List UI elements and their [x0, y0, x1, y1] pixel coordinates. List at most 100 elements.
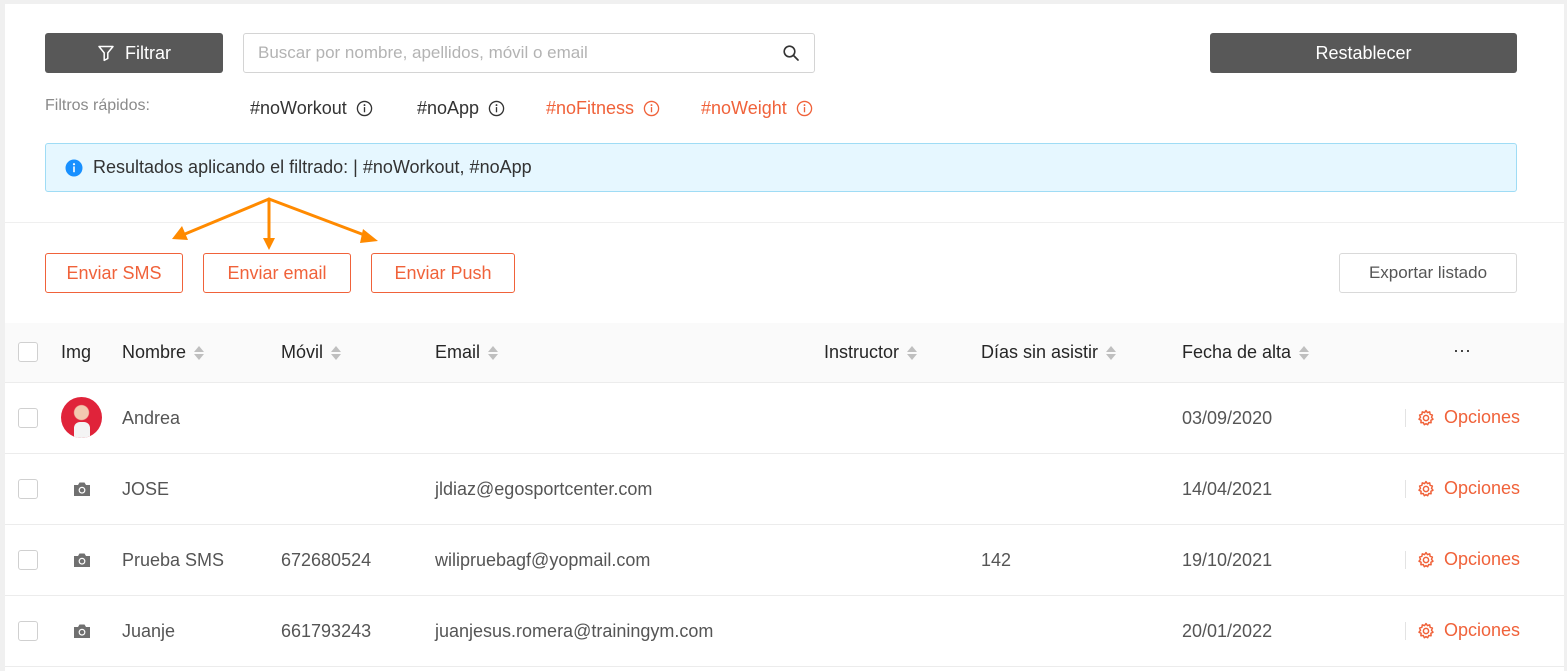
send-sms-button[interactable]: Enviar SMS — [45, 253, 183, 293]
column-header-fecha-alta[interactable]: Fecha de alta — [1182, 342, 1310, 363]
column-header-movil[interactable]: Móvil — [281, 342, 342, 363]
gear-icon — [1418, 551, 1434, 567]
sort-icon[interactable] — [488, 345, 499, 360]
info-filled-icon — [65, 159, 83, 176]
row-checkbox[interactable] — [18, 479, 38, 499]
send-email-button[interactable]: Enviar email — [203, 253, 351, 293]
search-icon[interactable] — [782, 44, 800, 62]
sort-icon[interactable] — [1106, 345, 1117, 360]
gear-icon — [1418, 480, 1434, 496]
reset-button[interactable]: Restablecer — [1210, 33, 1517, 73]
camera-icon — [74, 624, 90, 638]
filter-button-label: Filtrar — [125, 42, 171, 63]
options-separator — [1405, 622, 1406, 640]
row-checkbox[interactable] — [18, 408, 38, 428]
export-list-label: Exportar listado — [1368, 263, 1488, 282]
cell-fecha: 20/01/2022 — [1182, 621, 1273, 641]
column-header-label: Fecha de alta — [1182, 342, 1292, 362]
table-row[interactable]: Prueba SMS 672680524 wilipruebagf@yopmai… — [5, 525, 1564, 596]
cell-movil: 661793243 — [281, 621, 372, 641]
row-checkbox[interactable] — [18, 621, 38, 641]
sort-icon[interactable] — [907, 345, 918, 360]
sort-icon[interactable] — [331, 345, 342, 360]
cell-nombre: JOSE — [122, 479, 170, 499]
reset-button-label: Restablecer — [1315, 42, 1412, 63]
quick-filter-noweight[interactable]: #noWeight — [701, 98, 813, 119]
column-header-nombre[interactable]: Nombre — [122, 342, 205, 363]
quick-filter-label: #noApp — [417, 98, 480, 118]
options-button[interactable]: Opciones — [1417, 478, 1520, 499]
export-list-button[interactable]: Exportar listado — [1339, 253, 1517, 293]
cell-fecha: 03/09/2020 — [1182, 408, 1273, 428]
send-push-label: Enviar Push — [394, 262, 492, 283]
cell-email: juanjesus.romera@trainingym.com — [435, 621, 714, 641]
info-circle-icon[interactable] — [643, 100, 660, 117]
select-all-checkbox[interactable] — [18, 342, 38, 362]
send-email-label: Enviar email — [227, 262, 327, 283]
column-header-email[interactable]: Email — [435, 342, 499, 363]
funnel-icon — [98, 45, 114, 62]
column-header-label: Nombre — [122, 342, 187, 362]
cell-email: jldiaz@egosportcenter.com — [435, 479, 653, 499]
table-row[interactable]: Juanje 661793243 juanjesus.romera@traini… — [5, 596, 1564, 667]
avatar — [61, 397, 102, 438]
options-label: Opciones — [1444, 407, 1521, 427]
quick-filter-label: #noFitness — [546, 98, 635, 118]
gear-icon — [1418, 409, 1434, 425]
column-header-label: Instructor — [824, 342, 900, 362]
quick-filter-noworkout[interactable]: #noWorkout — [250, 98, 373, 119]
column-header-img: Img — [61, 342, 91, 363]
quick-filter-label: #noWeight — [701, 98, 787, 118]
cell-movil: 672680524 — [281, 550, 372, 570]
column-header-label: Móvil — [281, 342, 324, 362]
options-separator — [1405, 480, 1406, 498]
table-row[interactable]: Andrea 03/09/2020 Opciones — [5, 383, 1564, 454]
search-box — [243, 33, 815, 73]
quick-filter-noapp[interactable]: #noApp — [417, 98, 505, 119]
filter-results-banner: Resultados aplicando el filtrado: | #noW… — [45, 143, 1517, 192]
options-label: Opciones — [1444, 478, 1521, 498]
quick-filter-label: #noWorkout — [250, 98, 347, 118]
column-header-label: ··· — [1453, 340, 1471, 360]
column-header-instructor[interactable]: Instructor — [824, 342, 918, 363]
table-header: Img Nombre Móvil Email Instructor Días s… — [5, 323, 1564, 383]
options-label: Opciones — [1444, 620, 1521, 640]
users-panel: Filtrar Restablecer Filtros rápidos: #no… — [5, 4, 1564, 671]
options-separator — [1405, 551, 1406, 569]
column-header-dias-sin-asistir[interactable]: Días sin asistir — [981, 342, 1117, 363]
gear-icon — [1418, 622, 1434, 638]
options-button[interactable]: Opciones — [1417, 620, 1520, 641]
column-header-label: Días sin asistir — [981, 342, 1099, 362]
cell-email: wilipruebagf@yopmail.com — [435, 550, 651, 570]
section-divider — [5, 222, 1564, 223]
options-button[interactable]: Opciones — [1417, 549, 1520, 570]
sort-icon[interactable] — [194, 345, 205, 360]
column-header-label: Img — [61, 342, 92, 362]
camera-icon — [74, 482, 90, 496]
table-row[interactable]: JOSE jldiaz@egosportcenter.com 14/04/202… — [5, 454, 1564, 525]
more-columns-icon[interactable]: ··· — [1453, 340, 1471, 361]
options-separator — [1405, 409, 1406, 427]
send-sms-label: Enviar SMS — [66, 262, 162, 283]
cell-nombre: Juanje — [122, 621, 176, 641]
banner-text: Resultados aplicando el filtrado: | #noW… — [93, 157, 532, 177]
info-circle-icon[interactable] — [356, 100, 373, 117]
column-header-label: Email — [435, 342, 481, 362]
row-checkbox[interactable] — [18, 550, 38, 570]
quick-filter-nofitness[interactable]: #noFitness — [546, 98, 660, 119]
camera-icon — [74, 553, 90, 567]
cell-nombre: Prueba SMS — [122, 550, 225, 570]
sort-icon[interactable] — [1299, 345, 1310, 360]
quick-filters-label: Filtros rápidos: — [45, 97, 150, 114]
cell-fecha: 19/10/2021 — [1182, 550, 1273, 570]
options-label: Opciones — [1444, 549, 1521, 569]
filter-button[interactable]: Filtrar — [45, 33, 223, 73]
cell-fecha: 14/04/2021 — [1182, 479, 1273, 499]
send-push-button[interactable]: Enviar Push — [371, 253, 515, 293]
search-input[interactable] — [244, 34, 764, 72]
info-circle-icon[interactable] — [796, 100, 813, 117]
options-button[interactable]: Opciones — [1417, 407, 1520, 428]
cell-dias: 142 — [981, 550, 1012, 570]
info-circle-icon[interactable] — [488, 100, 505, 117]
cell-nombre: Andrea — [122, 408, 181, 428]
